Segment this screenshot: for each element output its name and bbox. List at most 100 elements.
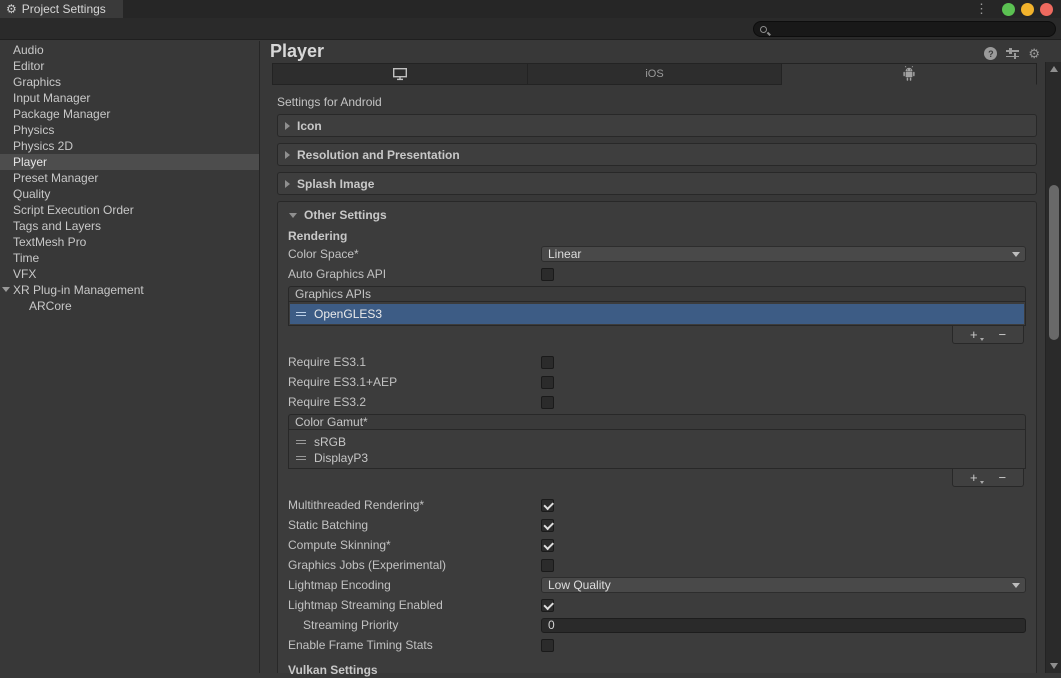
color-gamut-list: Color Gamut* sRGB DisplayP3 + −: [288, 414, 1026, 487]
platform-tabs: iOS: [272, 63, 1037, 85]
foldout-collapsed-icon: [285, 180, 290, 188]
require-es32-label: Require ES3.2: [288, 395, 541, 409]
static-batching-checkbox[interactable]: [541, 519, 554, 532]
remove-button[interactable]: −: [994, 328, 1010, 341]
drag-handle-icon[interactable]: [296, 312, 306, 316]
sidebar-item-time[interactable]: Time: [0, 250, 259, 266]
sidebar-item-vfx[interactable]: VFX: [0, 266, 259, 282]
multithreaded-rendering-row: Multithreaded Rendering*: [288, 495, 1026, 515]
sidebar-item-quality[interactable]: Quality: [0, 186, 259, 202]
add-button[interactable]: +: [966, 471, 982, 484]
chevron-down-icon: [1012, 583, 1020, 588]
multithreaded-rendering-checkbox[interactable]: [541, 499, 554, 512]
rendering-header: Rendering: [288, 227, 1026, 244]
drag-handle-icon[interactable]: [296, 440, 306, 444]
foldout-expanded-icon: [289, 213, 297, 218]
settings-for-label: Settings for Android: [277, 95, 382, 109]
color-space-dropdown[interactable]: Linear: [541, 246, 1026, 262]
require-es32-checkbox[interactable]: [541, 396, 554, 409]
list-item-srgb[interactable]: sRGB: [290, 434, 1024, 450]
add-button[interactable]: +: [966, 328, 982, 341]
sidebar-item-script-execution-order[interactable]: Script Execution Order: [0, 202, 259, 218]
graphics-jobs-checkbox[interactable]: [541, 559, 554, 572]
graphics-apis-header: Graphics APIs: [288, 286, 1026, 302]
other-settings-foldout[interactable]: Other Settings: [288, 206, 1026, 224]
remove-button[interactable]: −: [994, 471, 1010, 484]
scrollbar-thumb[interactable]: [1049, 185, 1059, 340]
sidebar-item-graphics[interactable]: Graphics: [0, 74, 259, 90]
vertical-scrollbar[interactable]: [1045, 62, 1061, 673]
chevron-down-icon: [980, 338, 984, 341]
list-item-displayp3[interactable]: DisplayP3: [290, 450, 1024, 466]
section-resolution-and-presentation[interactable]: Resolution and Presentation: [277, 143, 1037, 166]
streaming-priority-field[interactable]: [541, 618, 1026, 633]
tab-android[interactable]: [782, 63, 1037, 85]
lightmap-streaming-label: Lightmap Streaming Enabled: [288, 598, 541, 612]
drag-handle-icon[interactable]: [296, 456, 306, 460]
search-icon: [760, 26, 767, 33]
compute-skinning-checkbox[interactable]: [541, 539, 554, 552]
project-settings-window-tab[interactable]: ⚙ Project Settings: [0, 0, 123, 18]
sidebar-item-tags-and-layers[interactable]: Tags and Layers: [0, 218, 259, 234]
lightmap-encoding-dropdown[interactable]: Low Quality: [541, 577, 1026, 593]
sidebar-item-arcore[interactable]: ARCore: [0, 298, 259, 314]
require-es31aep-checkbox[interactable]: [541, 376, 554, 389]
list-item-label: OpenGLES3: [314, 307, 382, 321]
section-splash-image[interactable]: Splash Image: [277, 172, 1037, 195]
frame-timing-row: Enable Frame Timing Stats: [288, 635, 1026, 655]
section-splash-label: Splash Image: [297, 177, 374, 191]
preset-icon[interactable]: [1006, 48, 1019, 59]
settings-gear-icon[interactable]: ⚙: [1028, 47, 1040, 60]
pane-header-icons: ? ⚙: [984, 47, 1040, 60]
window-button-green[interactable]: [1002, 3, 1015, 16]
section-icon[interactable]: Icon: [277, 114, 1037, 137]
require-es31-row: Require ES3.1: [288, 352, 1026, 372]
ios-tab-label: iOS: [645, 68, 663, 80]
sidebar-item-label: XR Plug-in Management: [13, 283, 144, 297]
settings-sidebar: Audio Editor Graphics Input Manager Pack…: [0, 41, 260, 673]
toolbar: [0, 18, 1061, 40]
window-controls: [1002, 3, 1053, 16]
graphics-apis-body: OpenGLES3: [288, 302, 1026, 326]
scroll-down-icon[interactable]: [1050, 663, 1058, 669]
section-resolution-label: Resolution and Presentation: [297, 148, 460, 162]
search-input[interactable]: [767, 23, 1049, 35]
color-space-value: Linear: [548, 247, 581, 261]
sidebar-item-textmesh-pro[interactable]: TextMesh Pro: [0, 234, 259, 250]
lightmap-encoding-row: Lightmap Encoding Low Quality: [288, 575, 1026, 595]
list-item-opengles3[interactable]: OpenGLES3: [290, 304, 1024, 324]
list-item-label: sRGB: [314, 435, 346, 449]
static-batching-label: Static Batching: [288, 518, 541, 532]
tab-standalone[interactable]: [272, 63, 528, 85]
lightmap-encoding-value: Low Quality: [548, 578, 611, 592]
sidebar-item-input-manager[interactable]: Input Manager: [0, 90, 259, 106]
android-icon: [902, 66, 916, 82]
require-es31aep-label: Require ES3.1+AEP: [288, 375, 541, 389]
sidebar-item-preset-manager[interactable]: Preset Manager: [0, 170, 259, 186]
streaming-priority-row: Streaming Priority: [288, 615, 1026, 635]
window-menu-icon[interactable]: ⋮: [975, 1, 988, 17]
color-gamut-header: Color Gamut*: [288, 414, 1026, 430]
sidebar-item-physics[interactable]: Physics: [0, 122, 259, 138]
window-button-red[interactable]: [1040, 3, 1053, 16]
sidebar-item-audio[interactable]: Audio: [0, 42, 259, 58]
scroll-up-icon[interactable]: [1050, 66, 1058, 72]
search-box[interactable]: [753, 21, 1056, 37]
sidebar-item-physics-2d[interactable]: Physics 2D: [0, 138, 259, 154]
lightmap-streaming-checkbox[interactable]: [541, 599, 554, 612]
frame-timing-checkbox[interactable]: [541, 639, 554, 652]
graphics-jobs-row: Graphics Jobs (Experimental): [288, 555, 1026, 575]
help-icon[interactable]: ?: [984, 47, 997, 60]
require-es31-checkbox[interactable]: [541, 356, 554, 369]
foldout-expanded-icon[interactable]: [2, 287, 10, 292]
sidebar-item-package-manager[interactable]: Package Manager: [0, 106, 259, 122]
auto-graphics-api-checkbox[interactable]: [541, 268, 554, 281]
auto-graphics-api-label: Auto Graphics API: [288, 267, 541, 281]
sidebar-item-xr-plugin-management[interactable]: XR Plug-in Management: [0, 282, 259, 298]
tab-ios[interactable]: iOS: [528, 63, 783, 85]
color-space-label: Color Space*: [288, 247, 541, 261]
sidebar-item-player[interactable]: Player: [0, 154, 259, 170]
sidebar-item-editor[interactable]: Editor: [0, 58, 259, 74]
vulkan-settings-header: Vulkan Settings: [288, 661, 1026, 678]
window-button-yellow[interactable]: [1021, 3, 1034, 16]
